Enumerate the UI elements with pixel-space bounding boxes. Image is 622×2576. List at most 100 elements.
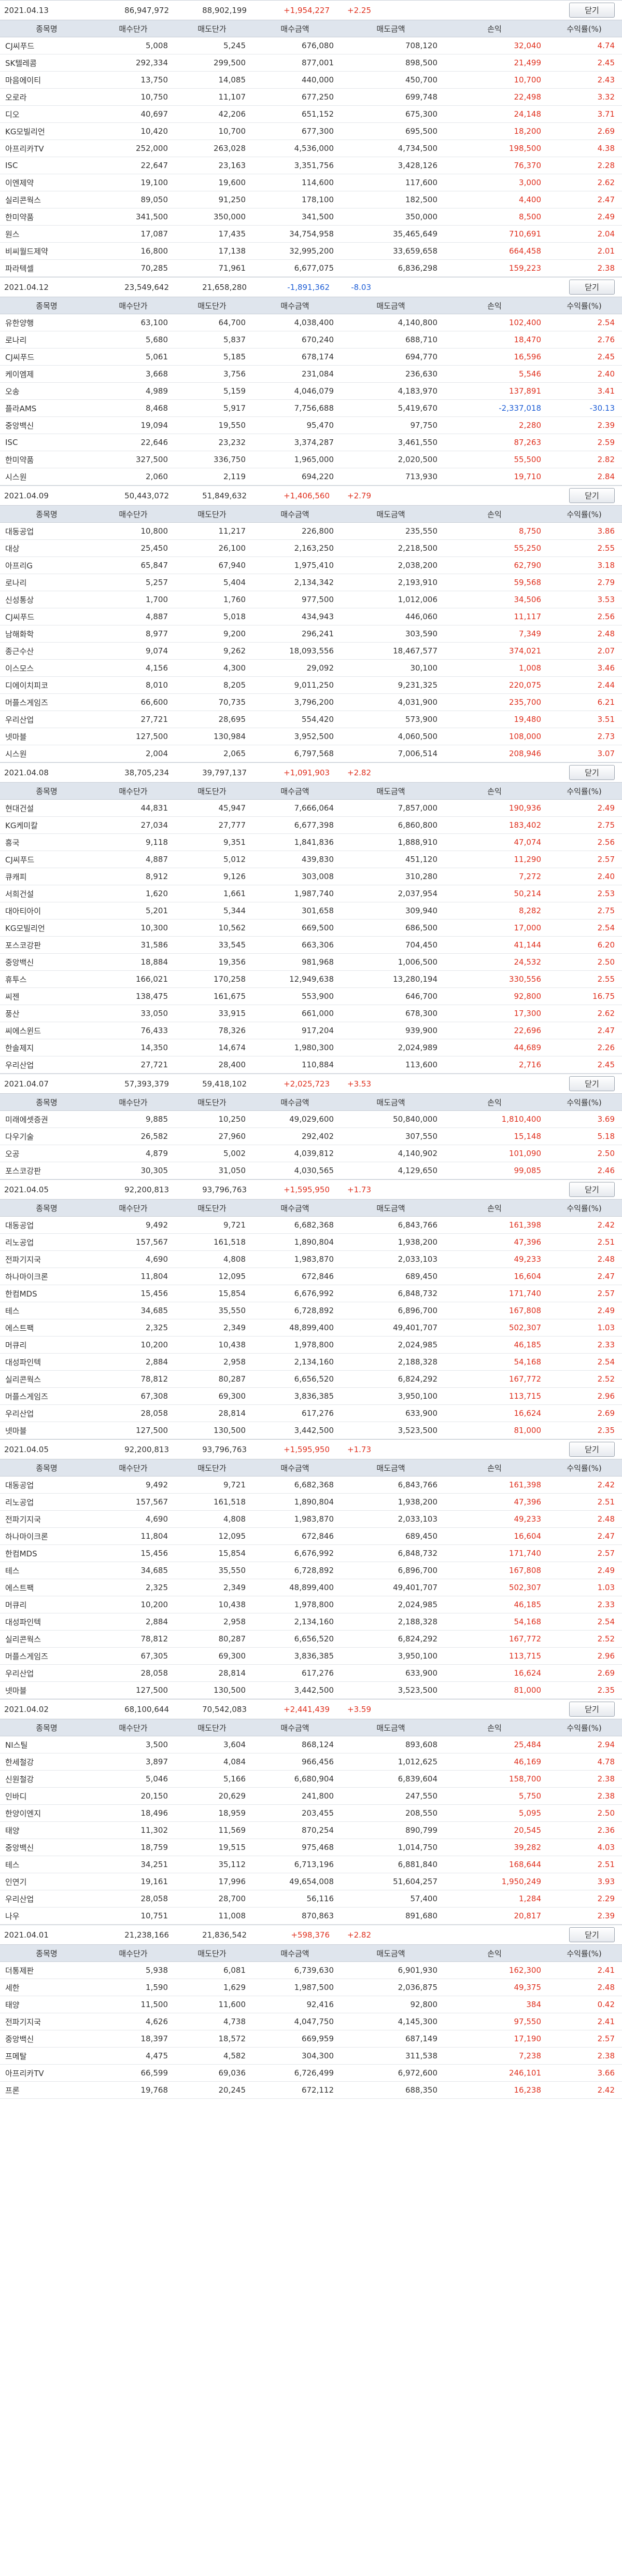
table-row[interactable]: 디오 40,697 42,206 651,152 675,300 24,148 3.71	[0, 106, 622, 123]
table-row[interactable]: 신원철강 5,046 5,166 6,680,904 6,839,604 158,700 2…	[0, 1771, 622, 1788]
table-row[interactable]: 휴투스 166,021 170,258 12,949,638 13,280,194 330…	[0, 971, 622, 988]
table-row[interactable]: 전파기지국 4,626 4,738 4,047,750 4,145,300 97,550 2…	[0, 2013, 622, 2030]
table-row[interactable]: 하나마이크론 11,804 12,095 672,846 689,450 16,604 2.…	[0, 1268, 622, 1285]
table-row[interactable]: 포스코강판 31,586 33,545 663,306 704,450 41,144 6.2…	[0, 937, 622, 954]
close-button[interactable]: 닫기	[569, 280, 615, 295]
table-row[interactable]: 로나리 5,257 5,404 2,134,342 2,193,910 59,568 2.7…	[0, 574, 622, 591]
table-row[interactable]: 머플스게임즈 66,600 70,735 3,796,200 4,031,900 235,…	[0, 694, 622, 711]
close-button[interactable]: 닫기	[569, 765, 615, 780]
table-row[interactable]: 우리산업 27,721 28,400 110,884 113,600 2,716 2.45	[0, 1056, 622, 1074]
table-row[interactable]: 케이엠제 3,668 3,756 231,084 236,630 5,546 2.40	[0, 366, 622, 383]
table-row[interactable]: KG모빌리언 10,420 10,700 677,300 695,500 18,200 2.…	[0, 123, 622, 140]
table-row[interactable]: 중앙백신 18,759 19,515 975,468 1,014,750 39,282 4.…	[0, 1839, 622, 1856]
table-row[interactable]: 파라텍셀 70,285 71,961 6,677,075 6,836,298 159,22…	[0, 260, 622, 277]
table-row[interactable]: 우리산업 28,058 28,814 617,276 633,900 16,624 2.69	[0, 1405, 622, 1422]
table-row[interactable]: 대동공업 9,492 9,721 6,682,368 6,843,766 161,398 2…	[0, 1477, 622, 1494]
table-row[interactable]: 프론 19,768 20,245 672,112 688,350 16,238 2.42	[0, 2082, 622, 2099]
table-row[interactable]: 우리산업 28,058 28,700 56,116 57,400 1,284 2.29	[0, 1890, 622, 1907]
table-row[interactable]: SK텔레콤 292,334 299,500 877,001 898,500 21,499 2…	[0, 54, 622, 72]
table-row[interactable]: 한컴MDS 15,456 15,854 6,676,992 6,848,732 171,7…	[0, 1545, 622, 1562]
table-row[interactable]: 머플스게임즈 67,308 69,300 3,836,385 3,950,100 113,…	[0, 1388, 622, 1405]
table-row[interactable]: ISC 22,647 23,163 3,351,756 3,428,126 76,370 2…	[0, 157, 622, 174]
table-row[interactable]: 오공 4,879 5,002 4,039,812 4,140,902 101,090 2.5…	[0, 1145, 622, 1162]
table-row[interactable]: CJ씨푸드 4,887 5,018 434,943 446,060 11,117 2.56	[0, 608, 622, 625]
table-row[interactable]: 중앙백신 19,094 19,550 95,470 97,750 2,280 2.39	[0, 417, 622, 434]
table-row[interactable]: 테스 34,251 35,112 6,713,196 6,881,840 168,644 2…	[0, 1856, 622, 1873]
table-row[interactable]: 전파기지국 4,690 4,808 1,983,870 2,033,103 49,233 2…	[0, 1511, 622, 1528]
close-button[interactable]: 닫기	[569, 1927, 615, 1942]
table-row[interactable]: 세한 1,590 1,629 1,987,500 2,036,875 49,375 2.48	[0, 1979, 622, 1996]
table-row[interactable]: CJ씨푸드 4,887 5,012 439,830 451,120 11,290 2.57	[0, 851, 622, 868]
table-row[interactable]: 대아티아이 5,201 5,344 301,658 309,940 8,282 2.75	[0, 902, 622, 920]
table-row[interactable]: 하나마이크론 11,804 12,095 672,846 689,450 16,604 2.…	[0, 1528, 622, 1545]
table-row[interactable]: 테스 34,685 35,550 6,728,892 6,896,700 167,808 2…	[0, 1302, 622, 1319]
table-row[interactable]: 아프리카TV 66,599 69,036 6,726,499 6,972,600 246,…	[0, 2065, 622, 2082]
close-button[interactable]: 닫기	[569, 1076, 615, 1091]
table-row[interactable]: 프메탈 4,475 4,582 304,300 311,538 7,238 2.38	[0, 2048, 622, 2065]
table-row[interactable]: 오로라 10,750 11,107 677,250 699,748 22,498 3.32	[0, 89, 622, 106]
table-row[interactable]: 종근수산 9,074 9,262 18,093,556 18,467,577 374,02…	[0, 643, 622, 660]
table-row[interactable]: 포스코강판 30,305 31,050 4,030,565 4,129,650 99,08…	[0, 1162, 622, 1179]
table-row[interactable]: 원스 17,087 17,435 34,754,958 35,465,649 710,69…	[0, 226, 622, 243]
close-button[interactable]: 닫기	[569, 488, 615, 503]
table-row[interactable]: 머큐리 10,200 10,438 1,978,800 2,024,985 46,185 2…	[0, 1336, 622, 1354]
table-row[interactable]: 오송 4,989 5,159 4,046,079 4,183,970 137,891 3.4…	[0, 383, 622, 400]
table-row[interactable]: KG케미칼 27,034 27,777 6,677,398 6,860,800 183,4…	[0, 817, 622, 834]
table-row[interactable]: 넷마블 127,500 130,984 3,952,500 4,060,500 108,0…	[0, 728, 622, 745]
table-row[interactable]: 중앙백신 18,884 19,356 981,968 1,006,500 24,532 2.…	[0, 954, 622, 971]
table-row[interactable]: 한양이엔지 18,496 18,959 203,455 208,550 5,095 2.50	[0, 1805, 622, 1822]
table-row[interactable]: 서희건설 1,620 1,661 1,987,740 2,037,954 50,214 2.…	[0, 885, 622, 902]
table-row[interactable]: 머플스게임즈 67,305 69,300 3,836,385 3,950,100 113,…	[0, 1648, 622, 1665]
table-row[interactable]: 에스트팩 2,325 2,349 48,899,400 49,401,707 502,30…	[0, 1319, 622, 1336]
table-row[interactable]: 중앙백신 18,397 18,572 669,959 687,149 17,190 2.57	[0, 2030, 622, 2048]
table-row[interactable]: 태양 11,500 11,600 92,416 92,800 384 0.42	[0, 1996, 622, 2013]
table-row[interactable]: 나우 10,751 11,008 870,863 891,680 20,817 2.39	[0, 1907, 622, 1925]
table-row[interactable]: 우리산업 28,058 28,814 617,276 633,900 16,624 2.69	[0, 1665, 622, 1682]
table-row[interactable]: 실리콘웍스 89,050 91,250 178,100 182,500 4,400 2.47	[0, 191, 622, 208]
table-row[interactable]: 대성파인텍 2,884 2,958 2,134,160 2,188,328 54,168 2…	[0, 1613, 622, 1631]
table-row[interactable]: 넷마블 127,500 130,500 3,442,500 3,523,500 81,00…	[0, 1422, 622, 1439]
table-row[interactable]: 이엔제약 19,100 19,600 114,600 117,600 3,000 2.62	[0, 174, 622, 191]
table-row[interactable]: 씨에스윈드 76,433 78,326 917,204 939,900 22,696 2.4…	[0, 1022, 622, 1039]
table-row[interactable]: 실리콘웍스 78,812 80,287 6,656,520 6,824,292 167,7…	[0, 1371, 622, 1388]
table-row[interactable]: 넷마블 127,500 130,500 3,442,500 3,523,500 81,00…	[0, 1682, 622, 1699]
table-row[interactable]: 리노공업 157,567 161,518 1,890,804 1,938,200 47,3…	[0, 1494, 622, 1511]
table-row[interactable]: 실리콘웍스 78,812 80,287 6,656,520 6,824,292 167,7…	[0, 1631, 622, 1648]
table-row[interactable]: 대동공업 10,800 11,217 226,800 235,550 8,750 3.86	[0, 523, 622, 540]
table-row[interactable]: 한솔제지 14,350 14,674 1,980,300 2,024,989 44,689…	[0, 1039, 622, 1056]
table-row[interactable]: 신성통상 1,700 1,760 977,500 1,012,006 34,506 3.53	[0, 591, 622, 608]
table-row[interactable]: 태양 11,302 11,569 870,254 890,799 20,545 2.36	[0, 1822, 622, 1839]
table-row[interactable]: 풍산 33,050 33,915 661,000 678,300 17,300 2.62	[0, 1005, 622, 1022]
table-row[interactable]: CJ씨푸드 5,008 5,245 676,080 708,120 32,040 4.74	[0, 37, 622, 54]
table-row[interactable]: 더통제판 5,938 6,081 6,739,630 6,901,930 162,300 2…	[0, 1962, 622, 1979]
close-button[interactable]: 닫기	[569, 3, 615, 18]
table-row[interactable]: 로나리 5,680 5,837 670,240 688,710 18,470 2.76	[0, 331, 622, 349]
table-row[interactable]: 큐캐피 8,912 9,126 303,008 310,280 7,272 2.40	[0, 868, 622, 885]
table-row[interactable]: CJ씨푸드 5,061 5,185 678,174 694,770 16,596 2.45	[0, 349, 622, 366]
table-row[interactable]: 유한양행 63,100 64,700 4,038,400 4,140,800 102,40…	[0, 314, 622, 331]
table-row[interactable]: 마음에이티 13,750 14,085 440,000 450,700 10,700 2.4…	[0, 72, 622, 89]
table-row[interactable]: 비씨월드제약 16,800 17,138 32,995,200 33,659,658 66…	[0, 243, 622, 260]
table-row[interactable]: 시스원 2,004 2,065 6,797,568 7,006,514 208,946 3.…	[0, 745, 622, 762]
table-row[interactable]: 미래에셋증권 9,885 10,250 49,029,600 50,840,000 1,8…	[0, 1111, 622, 1128]
table-row[interactable]: 아프리G 65,847 67,940 1,975,410 2,038,200 62,790…	[0, 557, 622, 574]
table-row[interactable]: 한세철강 3,897 4,084 966,456 1,012,625 46,169 4.78	[0, 1753, 622, 1771]
table-row[interactable]: 한미약품 341,500 350,000 341,500 350,000 8,500 2.4…	[0, 208, 622, 226]
table-row[interactable]: 아프리카TV 252,000 263,028 4,536,000 4,734,500 19…	[0, 140, 622, 157]
close-button[interactable]: 닫기	[569, 1182, 615, 1197]
table-row[interactable]: 인바디 20,150 20,629 241,800 247,550 5,750 2.38	[0, 1788, 622, 1805]
table-row[interactable]: 전파기지국 4,690 4,808 1,983,870 2,033,103 49,233 2…	[0, 1251, 622, 1268]
table-row[interactable]: 우리산업 27,721 28,695 554,420 573,900 19,480 3.51	[0, 711, 622, 728]
table-row[interactable]: 대상 25,450 26,100 2,163,250 2,218,500 55,250 2.…	[0, 540, 622, 557]
table-row[interactable]: 대성파인텍 2,884 2,958 2,134,160 2,188,328 54,168 2…	[0, 1354, 622, 1371]
table-row[interactable]: 이스모스 4,156 4,300 29,092 30,100 1,008 3.46	[0, 660, 622, 677]
table-row[interactable]: 시스원 2,060 2,119 694,220 713,930 19,710 2.84	[0, 468, 622, 485]
table-row[interactable]: 플라AMS 8,468 5,917 7,756,688 5,419,670 -2,337,…	[0, 400, 622, 417]
table-row[interactable]: 흥국 9,118 9,351 1,841,836 1,888,910 47,074 2.56	[0, 834, 622, 851]
close-button[interactable]: 닫기	[569, 1442, 615, 1457]
table-row[interactable]: 에스트팩 2,325 2,349 48,899,400 49,401,707 502,30…	[0, 1579, 622, 1596]
table-row[interactable]: 한미약품 327,500 336,750 1,965,000 2,020,500 55,5…	[0, 451, 622, 468]
table-row[interactable]: 테스 34,685 35,550 6,728,892 6,896,700 167,808 2…	[0, 1562, 622, 1579]
table-row[interactable]: KG모빌리언 10,300 10,562 669,500 686,500 17,000 2.…	[0, 920, 622, 937]
table-row[interactable]: 디에이치피코 8,010 8,205 9,011,250 9,231,325 220,07…	[0, 677, 622, 694]
